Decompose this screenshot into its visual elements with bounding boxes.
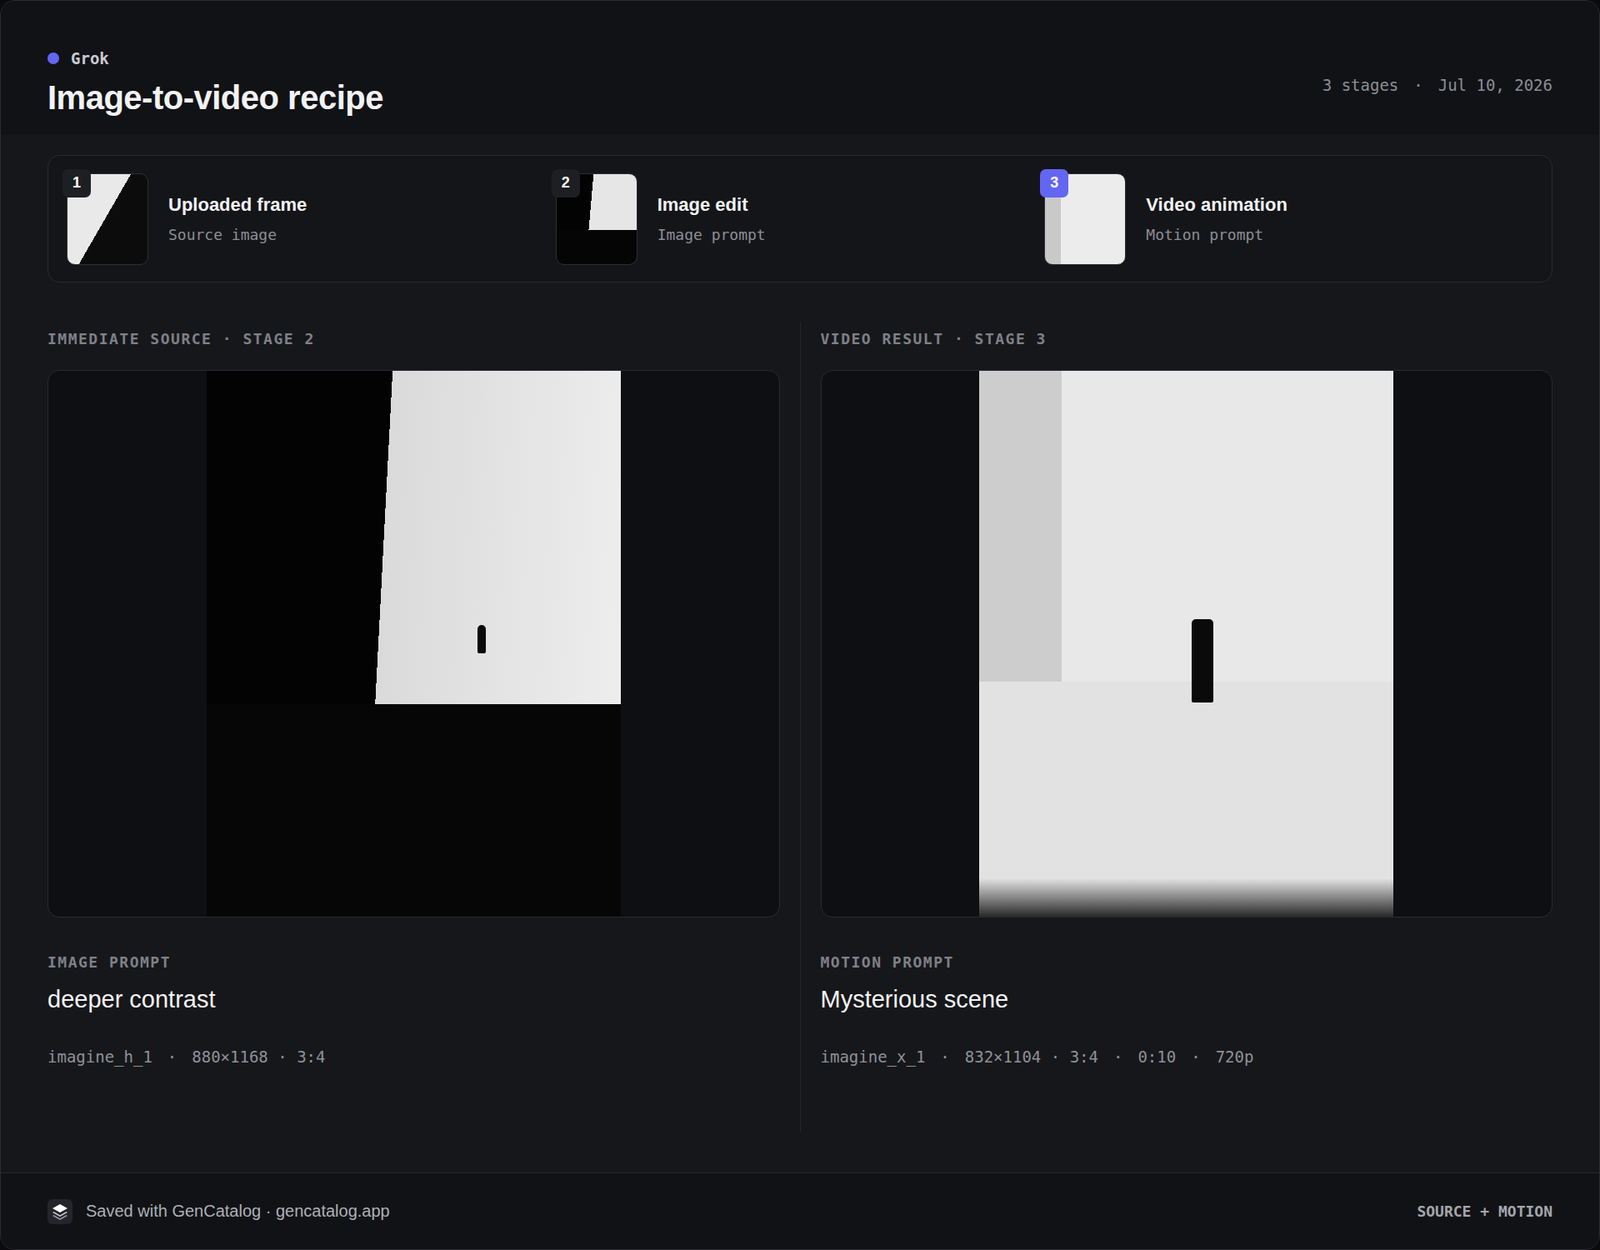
stage-thumbnail: 1 [66, 173, 149, 265]
stage-subtitle: Source image [168, 225, 307, 244]
stage-thumbnail: 2 [555, 173, 638, 265]
footer-text[interactable]: Saved with GenCatalog · gencatalog.app [85, 1201, 390, 1221]
page-title: Image-to-video recipe [47, 77, 384, 118]
brand-dot-icon [47, 52, 60, 65]
stage-item[interactable]: 3 Video animation Motion prompt [1044, 173, 1534, 265]
meta-item: 3 stages [1322, 75, 1400, 95]
stage-title: Image edit [657, 194, 766, 216]
column-divider [800, 322, 801, 1133]
meta-item: imagine_h_1 [47, 1047, 153, 1066]
meta-item: 880×1168 · 3:4 [191, 1047, 325, 1066]
result-column: IMMEDIATE SOURCE · STAGE 2 IMAGE PROMPT de… [47, 322, 780, 1173]
prompt-label: MOTION PROMPT [820, 952, 1554, 973]
meta-item: 720p [1215, 1047, 1255, 1066]
comparison: IMMEDIATE SOURCE · STAGE 2 IMAGE PROMPT de… [47, 322, 1553, 1173]
footer: Saved with GenCatalog · gencatalog.app SO… [0, 1172, 1600, 1250]
prompt-label: IMAGE PROMPT [47, 952, 780, 973]
brand: Grok [47, 49, 384, 68]
stage-title: Video animation [1145, 194, 1288, 216]
recipe-card: Grok Image-to-video recipe 3 stages · Jul 10… [0, 0, 1600, 1250]
person-figure [1191, 619, 1214, 703]
meta-item: Jul 10, 2026 [1438, 75, 1553, 95]
media-panel [47, 370, 780, 918]
stage-title: Uploaded frame [168, 194, 307, 216]
stage-thumbnail: 3 [1044, 173, 1126, 265]
separator: · [167, 1047, 177, 1066]
stage-badge: 2 [551, 169, 580, 198]
header-meta: 3 stages · Jul 10, 2026 [1322, 75, 1553, 95]
stage-item[interactable]: 2 Image edit Image prompt [555, 173, 1045, 265]
stage-item[interactable]: 1 Uploaded frame Source image [66, 173, 556, 265]
footer-tag: SOURCE + MOTION [1416, 1202, 1553, 1220]
stage-subtitle: Motion prompt [1145, 225, 1288, 244]
separator: · [1113, 1047, 1123, 1066]
separator: · [1413, 75, 1423, 95]
separator: · [940, 1047, 950, 1066]
media-image [979, 370, 1394, 917]
result-column: VIDEO RESULT · STAGE 3 MOTION PROMPT Myste… [820, 322, 1554, 1173]
stage-strip: 1 Uploaded frame Source image 2 Image edit Im… [47, 155, 1553, 283]
meta-item: 832×1104 · 3:4 [965, 1047, 1099, 1066]
person-figure [477, 625, 486, 654]
prompt-text: deeper contrast [47, 984, 780, 1015]
section-label: VIDEO RESULT · STAGE 3 [820, 329, 1554, 350]
media-panel [820, 370, 1554, 918]
media-meta: imagine_x_1 · 832×1104 · 3:4 · 0:10 · 720p [820, 1047, 1554, 1066]
prompt-text: Mysterious scene [820, 984, 1554, 1015]
meta-item: 0:10 [1137, 1047, 1176, 1066]
media-meta: imagine_h_1 · 880×1168 · 3:4 [47, 1047, 780, 1066]
meta-item: imagine_x_1 [820, 1047, 926, 1066]
stage-subtitle: Image prompt [657, 225, 766, 244]
stage-badge: 3 [1040, 169, 1069, 198]
layers-logo-icon [47, 1199, 73, 1225]
media-image [206, 370, 621, 917]
header: Grok Image-to-video recipe 3 stages · Jul 10… [0, 0, 1600, 135]
separator: · [1190, 1047, 1200, 1066]
section-label: IMMEDIATE SOURCE · STAGE 2 [47, 329, 780, 350]
stage-badge: 1 [62, 169, 91, 198]
brand-label: Grok [70, 49, 110, 68]
